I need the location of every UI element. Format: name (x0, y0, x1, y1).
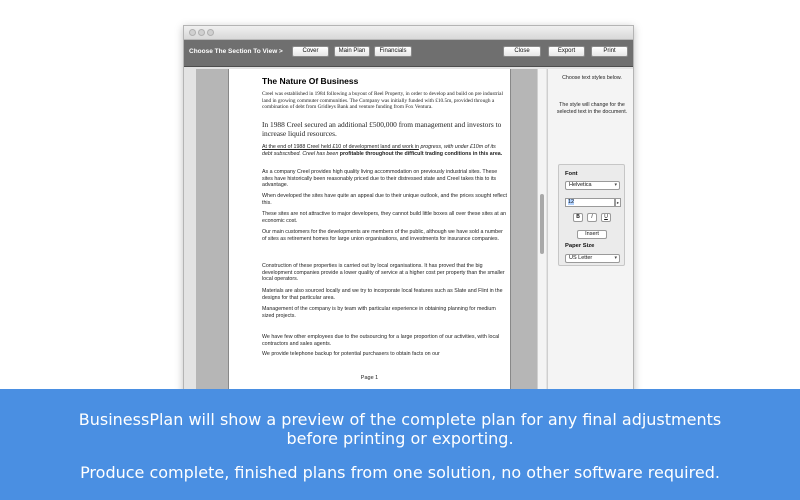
close-window-icon[interactable] (189, 29, 196, 36)
paragraph-appeal: When developed the sites have quite an a… (262, 193, 508, 206)
paragraph-construction: Construction of these properties is carr… (262, 263, 505, 283)
banner-line-1: BusinessPlan will show a preview of the … (78, 410, 722, 429)
instruction-detail-text: The style will change for the selected t… (556, 102, 628, 115)
chevron-down-icon: ▾ (614, 255, 617, 261)
chevron-right-icon: ▸ (616, 200, 620, 205)
scroll-thumb[interactable] (540, 194, 544, 254)
section-label: Choose The Section To View > (189, 48, 283, 55)
italic-button[interactable]: I (587, 213, 597, 222)
document-page[interactable]: The Nature Of Business Creel was establi… (228, 69, 511, 394)
minimize-window-icon[interactable] (198, 29, 205, 36)
paragraph-selected[interactable]: At the end of 1988 Creel held £10 of dev… (262, 144, 507, 157)
paragraph-customers: Our main customers for the developments … (262, 229, 503, 242)
font-value: Helvetica (569, 182, 592, 188)
font-size-field[interactable]: 12 (565, 198, 615, 207)
document-title: The Nature Of Business (262, 76, 359, 86)
vertical-scrollbar[interactable] (537, 69, 546, 394)
paragraph-employees: We have few other employees due to the o… (262, 334, 500, 347)
insert-button[interactable]: Insert (577, 230, 607, 239)
font-select[interactable]: Helvetica ▾ (565, 181, 620, 190)
cover-button[interactable]: Cover (292, 46, 329, 57)
size-stepper[interactable]: ▸ (615, 198, 621, 207)
paragraph-telephone: We provide telephone backup for potentia… (262, 351, 440, 357)
paragraph-accommodation: As a company Creel provides high quality… (262, 169, 498, 189)
style-sidebar: Choose text styles below. The style will… (547, 69, 633, 394)
paper-size-select[interactable]: US Letter ▾ (565, 254, 620, 263)
underline-button[interactable]: U (601, 213, 611, 222)
document-preview[interactable]: The Nature Of Business Creel was establi… (196, 69, 546, 394)
chevron-down-icon: ▾ (614, 182, 617, 188)
instruction-text: Choose text styles below. (562, 75, 622, 81)
zoom-window-icon[interactable] (207, 29, 214, 36)
font-size-value: 12 (568, 199, 575, 205)
toolbar: Choose The Section To View > Cover Main … (184, 40, 633, 67)
paper-size-label: Paper Size (565, 243, 595, 249)
banner-line-2: before printing or exporting. (286, 429, 514, 448)
close-button[interactable]: Close (503, 46, 541, 57)
export-button[interactable]: Export (548, 46, 585, 57)
promo-banner: BusinessPlan will show a preview of the … (0, 389, 800, 500)
print-button[interactable]: Print (591, 46, 628, 57)
paper-size-value: US Letter (569, 255, 593, 261)
title-bar[interactable] (184, 26, 633, 40)
bold-button[interactable]: B (573, 213, 583, 222)
paragraph-materials: Materials are also sourced locally and w… (262, 288, 503, 301)
paragraph-management: Management of the company is by team wit… (262, 306, 496, 319)
paragraph-funding: In 1988 Creel secured an additional £500… (262, 120, 502, 138)
style-panel: Font Helvetica ▾ 12 ▸ B I U Insert Paper… (558, 164, 625, 266)
paragraph-history: Creel was established in 1984 following … (262, 91, 503, 111)
paragraph-developers: These sites are not attractive to major … (262, 211, 507, 224)
page-number: Page 1 (360, 375, 379, 381)
underlined-text: At the end of 1988 Creel held £10 of dev… (262, 144, 419, 150)
banner-line-3: Produce complete, finished plans from on… (80, 463, 720, 482)
app-window: Choose The Section To View > Cover Main … (183, 25, 634, 395)
financials-button[interactable]: Financials (374, 46, 412, 57)
main-plan-button[interactable]: Main Plan (334, 46, 370, 57)
font-label: Font (565, 171, 578, 177)
bold-text: profitable throughout the difficult trad… (339, 150, 503, 157)
